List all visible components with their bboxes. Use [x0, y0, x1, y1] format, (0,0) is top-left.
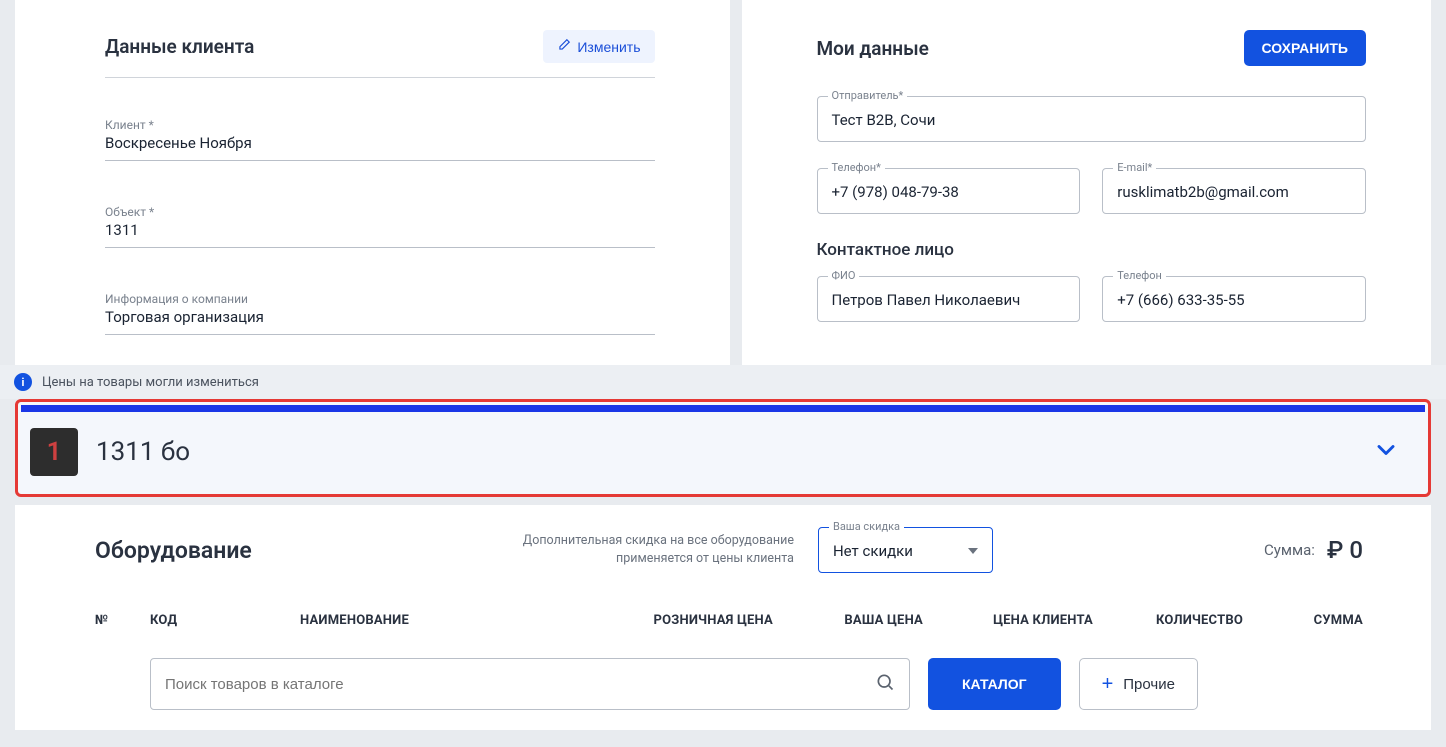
email-value: rusklimatb2b@gmail.com: [1117, 183, 1351, 201]
object-field: Объект * 1311: [105, 201, 655, 248]
discount-select[interactable]: Ваша скидка Нет скидки: [818, 527, 993, 573]
email-label: E-mail*: [1113, 161, 1156, 174]
client-section-title: Данные клиента: [105, 35, 254, 58]
contact-phone-field[interactable]: Телефон +7 (666) 633-35-55: [1102, 276, 1366, 322]
equipment-panel: Оборудование Дополнительная скидка на вс…: [15, 505, 1431, 730]
contact-subheader: Контактное лицо: [817, 240, 1367, 260]
kp-title: 1311 бо: [96, 437, 1354, 467]
pencil-icon: [557, 38, 571, 55]
sender-label: Отправитель*: [828, 89, 908, 102]
catalog-search-wrap[interactable]: [150, 658, 910, 710]
fio-value: Петров Павел Николаевич: [832, 291, 1066, 309]
equipment-title: Оборудование: [95, 537, 252, 564]
plus-icon: +: [1102, 673, 1114, 696]
price-change-info-bar: i Цены на товары могли измениться: [0, 365, 1446, 399]
caret-down-icon: [968, 548, 978, 554]
client-field-value: Воскресенье Ноября: [105, 134, 655, 152]
discount-select-value: Нет скидки: [833, 542, 913, 560]
catalog-button[interactable]: КАТАЛОГ: [928, 658, 1061, 710]
catalog-search-input[interactable]: [165, 676, 875, 693]
my-section-title: Мои данные: [817, 37, 929, 60]
other-button-label: Прочие: [1123, 676, 1175, 693]
sender-field[interactable]: Отправитель* Тест B2B, Сочи: [817, 96, 1367, 142]
search-icon: [875, 672, 895, 696]
discount-note: Дополнительная скидка на все оборудовани…: [523, 532, 794, 568]
phone-field[interactable]: Телефон* +7 (978) 048-79-38: [817, 168, 1081, 214]
col-retail-price: РОЗНИЧНАЯ ЦЕНА: [613, 613, 773, 628]
col-code: КОД: [150, 613, 290, 628]
info-icon: i: [14, 373, 32, 391]
equipment-table-header: № КОД НАИМЕНОВАНИЕ РОЗНИЧНАЯ ЦЕНА ВАША Ц…: [95, 613, 1363, 658]
discount-select-label: Ваша скидка: [829, 520, 904, 533]
object-field-value: 1311: [105, 221, 655, 239]
col-qty: КОЛИЧЕСТВО: [1103, 613, 1243, 628]
kp-row[interactable]: 1 1311 бо: [15, 399, 1431, 497]
phone-value: +7 (978) 048-79-38: [832, 183, 1066, 201]
client-field: Клиент * Воскресенье Ноября: [105, 114, 655, 161]
sum-value: 0: [1349, 536, 1363, 564]
my-data-card: Мои данные СОХРАНИТЬ Отправитель* Тест B…: [742, 0, 1432, 365]
company-field: Информация о компании Торговая организац…: [105, 288, 655, 335]
sum-label: Сумма:: [1264, 541, 1315, 559]
company-field-label: Информация о компании: [105, 292, 655, 306]
edit-client-button[interactable]: Изменить: [543, 30, 654, 63]
client-field-label: Клиент *: [105, 118, 655, 132]
contact-phone-value: +7 (666) 633-35-55: [1117, 291, 1351, 309]
phone-label: Телефон*: [828, 161, 885, 174]
client-data-card: Данные клиента Изменить Клиент * Воскрес…: [15, 0, 730, 365]
col-client-price: ЦЕНА КЛИЕНТА: [933, 613, 1093, 628]
col-name: НАИМЕНОВАНИЕ: [300, 613, 603, 628]
save-button[interactable]: СОХРАНИТЬ: [1244, 30, 1366, 66]
kp-number-badge: 1: [30, 428, 78, 476]
sender-value: Тест B2B, Сочи: [832, 111, 1352, 129]
fio-label: ФИО: [828, 269, 860, 282]
col-your-price: ВАША ЦЕНА: [783, 613, 923, 628]
object-field-label: Объект *: [105, 205, 655, 219]
contact-phone-label: Телефон: [1113, 269, 1166, 282]
fio-field[interactable]: ФИО Петров Павел Николаевич: [817, 276, 1081, 322]
sum-block: Сумма: ₽ 0: [1264, 536, 1363, 564]
edit-label: Изменить: [577, 39, 640, 55]
chevron-down-icon: [1372, 436, 1400, 468]
col-sum: СУММА: [1253, 613, 1363, 628]
email-field[interactable]: E-mail* rusklimatb2b@gmail.com: [1102, 168, 1366, 214]
other-button[interactable]: + Прочие: [1079, 658, 1198, 710]
col-number: №: [95, 613, 140, 628]
info-text: Цены на товары могли измениться: [42, 375, 259, 390]
company-field-value: Торговая организация: [105, 308, 655, 326]
ruble-icon: ₽: [1327, 536, 1343, 564]
